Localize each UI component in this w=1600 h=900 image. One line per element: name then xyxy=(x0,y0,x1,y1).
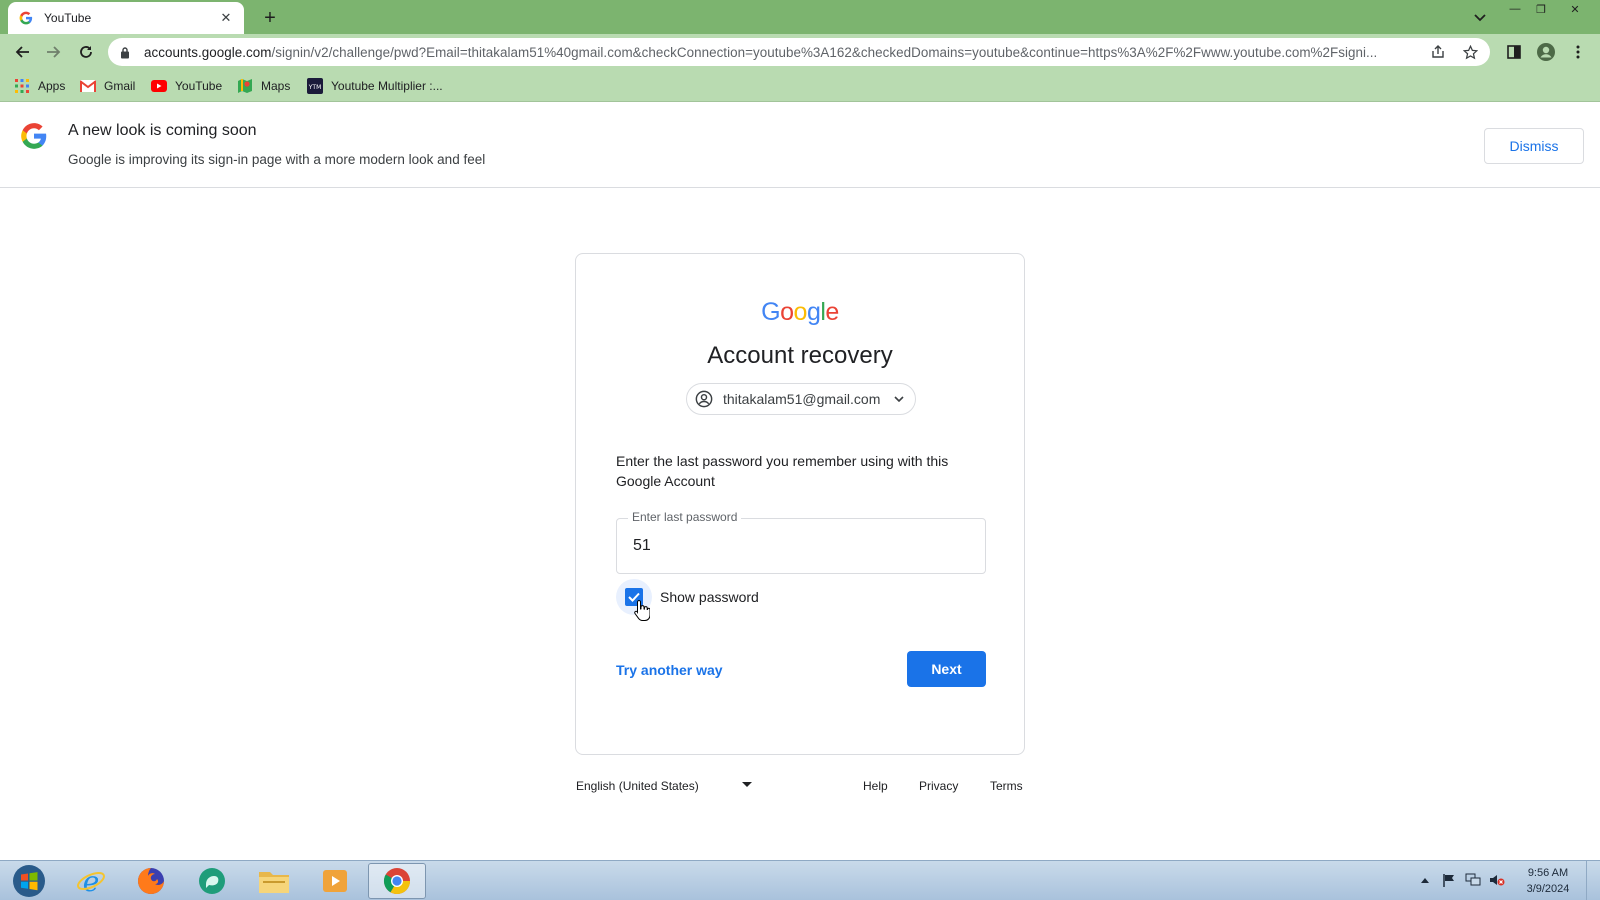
firefox-icon xyxy=(138,868,164,894)
taskbar-clock[interactable]: 9:56 AM 3/9/2024 xyxy=(1518,865,1578,897)
bookmark-gmail[interactable]: Gmail xyxy=(80,76,135,96)
clock-time: 9:56 AM xyxy=(1527,867,1569,879)
url-host: accounts.google.com xyxy=(144,44,272,60)
hand-cursor-icon xyxy=(634,599,651,621)
help-link[interactable]: Help xyxy=(863,779,888,793)
google-logo-letter: o xyxy=(780,298,794,326)
show-desktop-button[interactable] xyxy=(1586,861,1600,900)
google-logo: Google xyxy=(576,298,1024,327)
chevron-down-icon xyxy=(891,391,907,407)
taskbar-firefox[interactable] xyxy=(122,863,180,899)
tab-title: YouTube xyxy=(44,11,92,25)
google-logo-letter: o xyxy=(793,298,808,326)
browser-menu-icon[interactable] xyxy=(1566,40,1590,64)
bookmark-youtube-multiplier[interactable]: YTM Youtube Multiplier :... xyxy=(307,76,443,96)
url-text: accounts.google.com/signin/v2/challenge/… xyxy=(144,45,1424,60)
google-logo-letter: G xyxy=(761,298,781,326)
taskbar-internet-explorer[interactable]: e xyxy=(62,863,120,899)
start-button[interactable] xyxy=(0,863,58,899)
show-hidden-icons-icon[interactable] xyxy=(1416,871,1434,889)
last-password-field[interactable]: 51 xyxy=(616,518,986,574)
bookmarks-bar: Apps Gmail YouTube Maps YTM Youtube Mult… xyxy=(0,70,1600,102)
maps-icon xyxy=(237,78,253,94)
account-recovery-card: Google Account recovery thitakalam51@gma… xyxy=(575,253,1025,755)
svg-text:e: e xyxy=(83,866,100,896)
lock-icon[interactable] xyxy=(120,45,134,59)
google-logo-letter: g xyxy=(806,298,821,326)
gmail-icon xyxy=(80,78,96,94)
language-value: English (United States) xyxy=(576,779,699,793)
new-tab-icon[interactable]: + xyxy=(258,6,282,30)
share-icon[interactable] xyxy=(1428,42,1448,62)
chat-globe-icon xyxy=(199,868,225,894)
language-select[interactable]: English (United States) xyxy=(576,776,756,796)
dropdown-caret-icon xyxy=(742,782,752,787)
window-close-icon[interactable]: ✕ xyxy=(1562,0,1588,18)
action-center-flag-icon[interactable] xyxy=(1440,871,1458,889)
windows-start-icon xyxy=(13,865,45,897)
next-button[interactable]: Next xyxy=(907,651,986,687)
page-title: Account recovery xyxy=(707,342,893,369)
svg-text:YTM: YTM xyxy=(308,84,322,91)
try-another-way-link[interactable]: Try another way xyxy=(616,662,723,678)
bookmark-label: Gmail xyxy=(104,79,136,93)
bookmark-apps[interactable]: Apps xyxy=(14,76,65,96)
google-g-icon xyxy=(20,122,48,150)
url-path: /signin/v2/challenge/pwd?Email=thitakala… xyxy=(271,44,1378,60)
windows-taskbar: e 9:56 AM 3/9/2024 xyxy=(0,860,1600,900)
password-field-label: Enter last password xyxy=(628,510,742,524)
tab-close-icon[interactable]: ✕ xyxy=(218,10,234,26)
address-bar[interactable]: accounts.google.com/signin/v2/challenge/… xyxy=(108,38,1490,66)
banner-title: A new look is coming soon xyxy=(68,122,257,139)
taskbar-file-explorer[interactable] xyxy=(245,863,303,899)
media-player-icon xyxy=(323,870,347,892)
network-icon[interactable] xyxy=(1464,871,1482,889)
side-panel-icon[interactable] xyxy=(1502,40,1526,64)
back-arrow-icon[interactable] xyxy=(10,40,34,64)
browser-toolbar: accounts.google.com/signin/v2/challenge/… xyxy=(0,34,1600,70)
google-logo-letter: e xyxy=(825,298,839,326)
profile-avatar-icon[interactable] xyxy=(1534,40,1558,64)
taskbar-media-player[interactable] xyxy=(306,863,364,899)
privacy-link[interactable]: Privacy xyxy=(919,779,958,793)
internet-explorer-icon: e xyxy=(77,866,105,896)
new-look-banner: A new look is coming soon Google is impr… xyxy=(0,102,1600,188)
reload-icon[interactable] xyxy=(74,40,98,64)
account-chip[interactable]: thitakalam51@gmail.com xyxy=(686,383,916,415)
password-value: 51 xyxy=(633,537,651,554)
instruction-text: Enter the last password you remember usi… xyxy=(616,453,949,489)
bookmark-youtube[interactable]: YouTube xyxy=(151,76,222,96)
youtube-icon xyxy=(151,78,167,94)
chrome-icon xyxy=(383,868,411,895)
google-favicon-icon xyxy=(18,10,34,26)
window-controls: — ❐ ✕ xyxy=(1502,0,1588,18)
browser-tab[interactable]: YouTube ✕ xyxy=(8,2,244,34)
account-email: thitakalam51@gmail.com xyxy=(723,391,881,407)
account-circle-icon xyxy=(695,389,715,409)
banner-subtitle: Google is improving its sign-in page wit… xyxy=(68,152,486,167)
bookmark-label: YouTube xyxy=(175,79,223,93)
show-password-label: Show password xyxy=(660,589,759,605)
taskbar-app-3[interactable] xyxy=(183,863,241,899)
volume-muted-icon[interactable] xyxy=(1488,871,1506,889)
forward-arrow-icon[interactable] xyxy=(42,40,66,64)
clock-date: 3/9/2024 xyxy=(1526,883,1570,895)
tab-search-chevron-icon[interactable] xyxy=(1470,8,1490,28)
bookmark-label: Youtube Multiplier :... xyxy=(331,79,443,93)
taskbar-chrome[interactable] xyxy=(368,863,426,899)
bookmark-label: Apps xyxy=(38,79,66,93)
minimize-icon[interactable]: — xyxy=(1502,0,1528,18)
apps-grid-icon xyxy=(14,78,30,94)
browser-tab-strip: YouTube ✕ + — ❐ ✕ xyxy=(0,0,1600,34)
folder-icon xyxy=(259,872,289,893)
terms-link[interactable]: Terms xyxy=(990,779,1023,793)
bookmark-star-icon[interactable] xyxy=(1460,42,1480,62)
ytm-icon: YTM xyxy=(307,78,323,94)
bookmark-label: Maps xyxy=(261,79,291,93)
restore-icon[interactable]: ❐ xyxy=(1528,0,1554,18)
bookmark-maps[interactable]: Maps xyxy=(237,76,290,96)
dismiss-button[interactable]: Dismiss xyxy=(1484,128,1584,164)
